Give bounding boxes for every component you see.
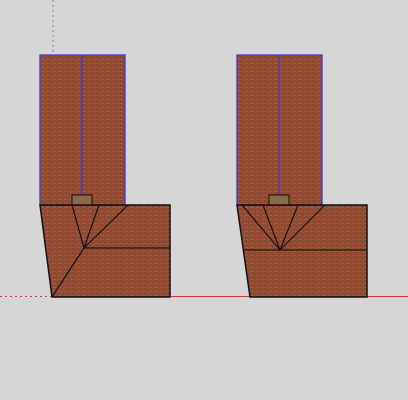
stack-cap[interactable] (71, 194, 93, 206)
chimney-stack[interactable] (236, 54, 323, 206)
viewport-canvas[interactable] (0, 0, 408, 400)
firebox-base[interactable] (236, 204, 368, 298)
stack-cap[interactable] (268, 194, 290, 206)
base-face[interactable] (236, 204, 368, 298)
firebox-base[interactable] (39, 204, 171, 298)
base-face[interactable] (39, 204, 171, 298)
chimney-stack[interactable] (39, 54, 126, 206)
modeling-viewport[interactable] (0, 0, 408, 400)
